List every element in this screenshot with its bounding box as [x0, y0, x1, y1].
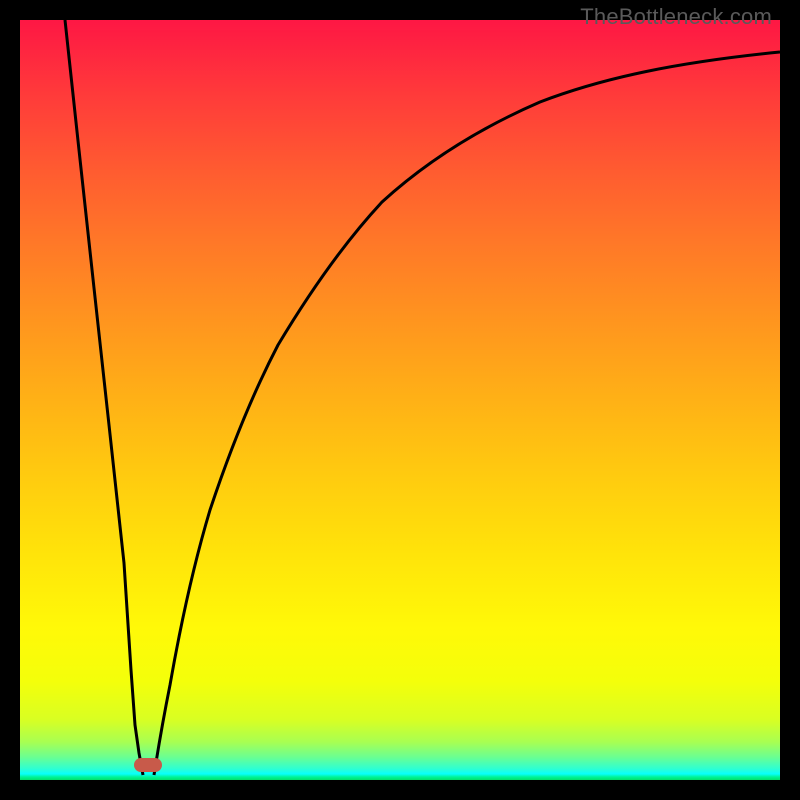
minimum-marker — [134, 758, 162, 772]
plot-area — [20, 20, 780, 780]
curve-right-branch — [154, 52, 780, 775]
bottleneck-curve — [20, 20, 780, 780]
watermark-text: TheBottleneck.com — [580, 4, 772, 30]
chart-container: TheBottleneck.com — [0, 0, 800, 800]
curve-left-branch — [65, 20, 143, 775]
